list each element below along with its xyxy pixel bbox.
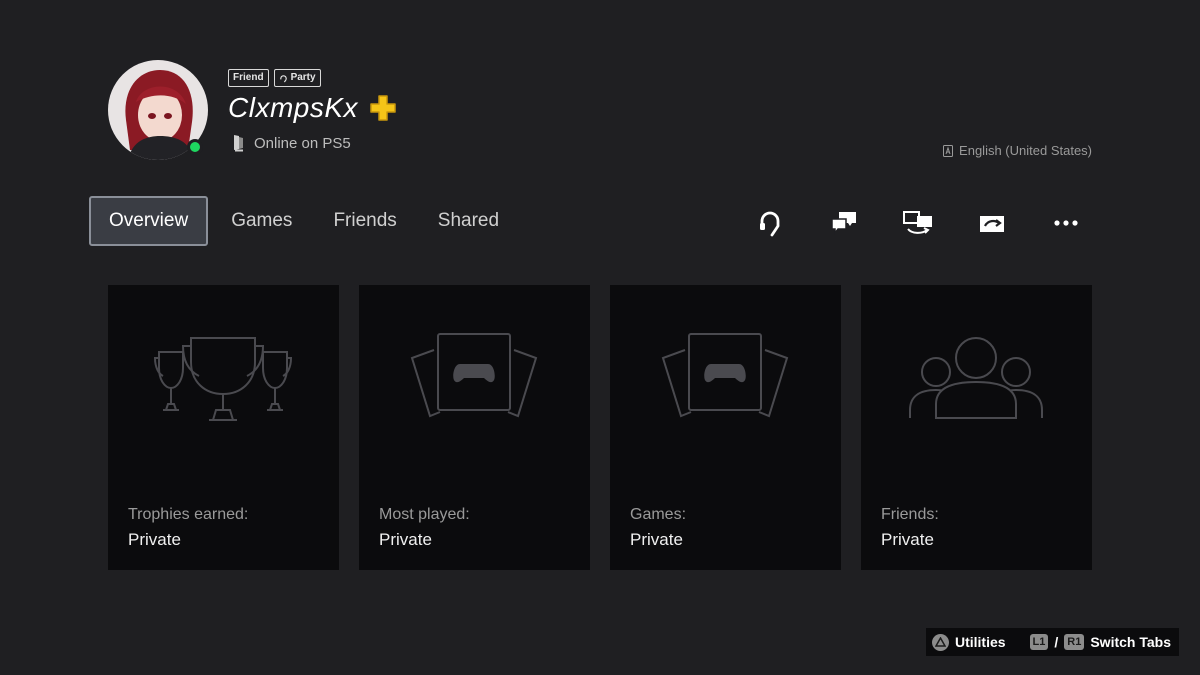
tab-friends[interactable]: Friends xyxy=(315,196,414,246)
language-text: English (United States) xyxy=(959,143,1092,158)
card-value: Private xyxy=(630,530,683,549)
headset-icon xyxy=(760,211,780,237)
controller-hints: Utilities L1 / R1 Switch Tabs xyxy=(925,628,1179,656)
card-label: Most played: xyxy=(379,506,470,523)
card-value: Private xyxy=(881,530,934,549)
tab-overview[interactable]: Overview xyxy=(89,196,209,246)
chat-icon xyxy=(831,212,856,236)
username-row: ClxmpsKx xyxy=(228,92,398,124)
card-label: Trophies earned: xyxy=(128,506,249,523)
games-card[interactable]: Games: Private xyxy=(610,285,841,570)
card-label: Friends: xyxy=(881,506,939,523)
tab-label: Friends xyxy=(333,210,397,231)
card-value: Private xyxy=(379,530,432,549)
card-value: Private xyxy=(128,530,181,549)
game-share-button[interactable] xyxy=(974,205,1010,241)
tab-label: Shared xyxy=(437,210,500,231)
party-badge: Party xyxy=(273,69,321,87)
utilities-label: Utilities xyxy=(954,634,1006,650)
party-button[interactable] xyxy=(752,205,788,241)
headset-icon xyxy=(279,74,287,82)
r1-button-icon: R1 xyxy=(1064,634,1085,650)
online-status: Online on PS5 xyxy=(232,134,351,152)
game-share-icon xyxy=(980,216,1004,232)
more-icon xyxy=(1054,220,1078,226)
message-button[interactable] xyxy=(826,205,862,241)
separator-slash: / xyxy=(1054,634,1059,650)
badges: Friend Party xyxy=(228,69,321,87)
online-status-dot xyxy=(187,139,203,155)
language-indicator: English (United States) xyxy=(943,143,1092,158)
most-played-card[interactable]: Most played: Private xyxy=(359,285,590,570)
games-icon xyxy=(661,333,789,418)
username: ClxmpsKx xyxy=(228,92,359,123)
triangle-button-icon xyxy=(931,633,949,651)
friends-icon xyxy=(909,337,1043,419)
l1-button-icon: L1 xyxy=(1029,634,1049,650)
trophies-card[interactable]: Trophies earned: Private xyxy=(108,285,339,570)
share-screen-icon xyxy=(903,211,932,234)
more-button[interactable] xyxy=(1048,205,1084,241)
games-icon xyxy=(410,333,538,418)
ps5-console-icon xyxy=(234,135,243,152)
action-bar xyxy=(752,205,1084,241)
trophies-icon xyxy=(153,337,293,421)
tab-label: Games xyxy=(231,210,293,231)
overview-cards: Trophies earned: Private Most played: Pr… xyxy=(108,285,1092,570)
status-text: Online on PS5 xyxy=(254,134,351,152)
friend-badge-label: Friend xyxy=(233,72,264,83)
party-badge-label: Party xyxy=(290,72,316,83)
switch-tabs-label: Switch Tabs xyxy=(1090,634,1171,650)
tab-label: Overview xyxy=(109,210,189,231)
share-screen-button[interactable] xyxy=(900,205,936,241)
tab-games[interactable]: Games xyxy=(213,196,310,246)
friend-badge: Friend xyxy=(228,69,269,87)
tab-shared[interactable]: Shared xyxy=(420,196,517,246)
tab-bar: Overview Games Friends Shared xyxy=(89,196,522,246)
ps-plus-icon xyxy=(370,95,396,121)
card-label: Games: xyxy=(630,506,687,523)
friends-card[interactable]: Friends: Private xyxy=(861,285,1092,570)
language-icon xyxy=(943,144,954,157)
